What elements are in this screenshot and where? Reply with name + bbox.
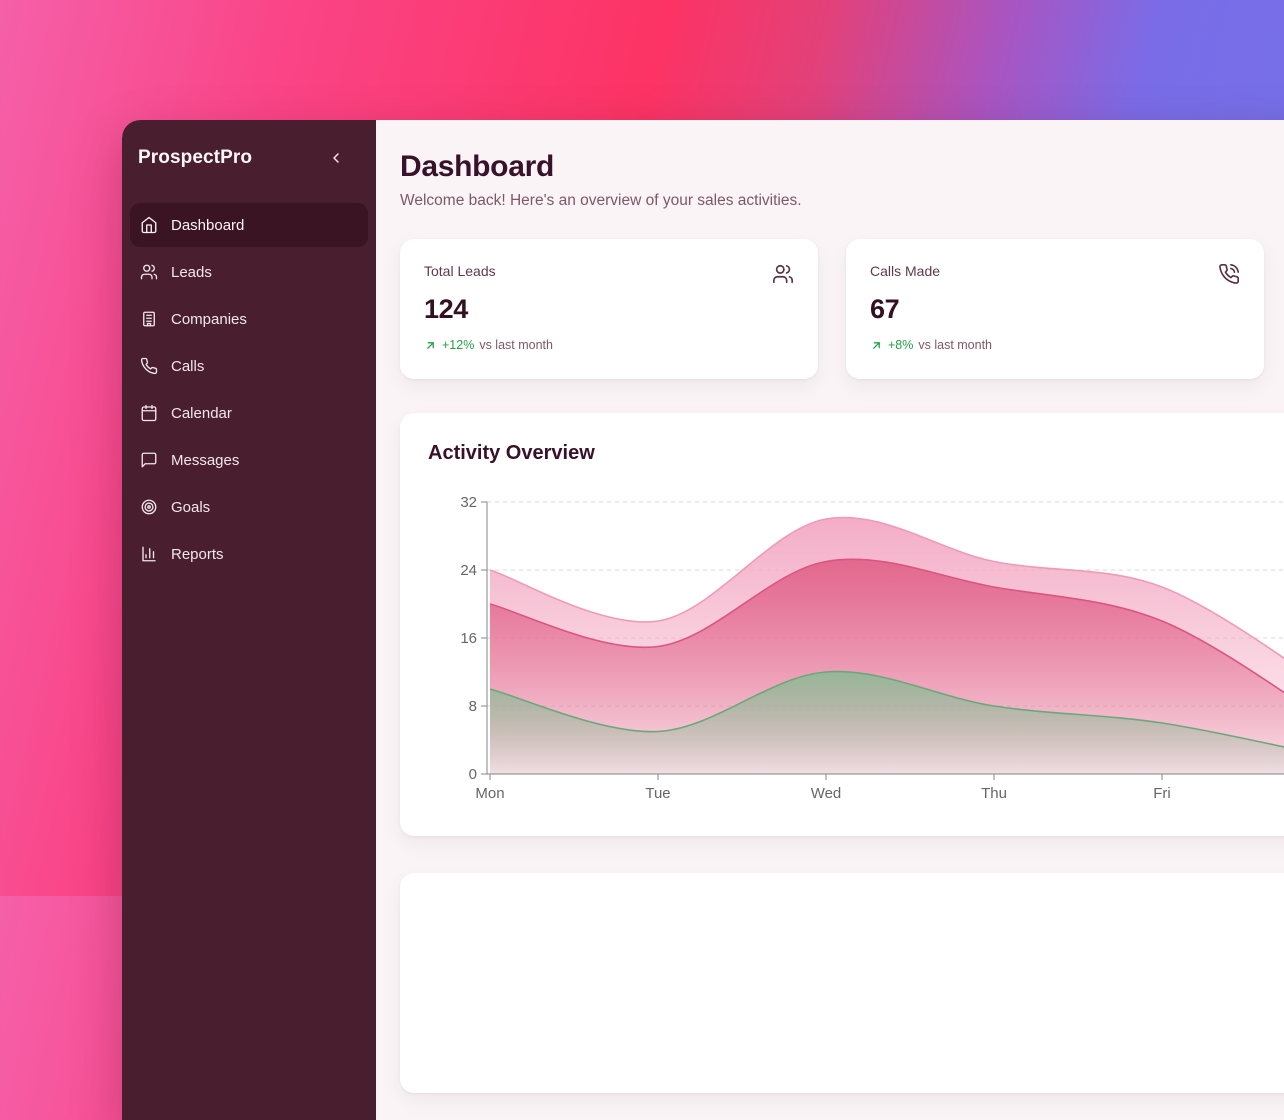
stat-change-note: vs last month [479, 338, 553, 352]
sidebar-item-label: Companies [171, 311, 247, 328]
y-tick-label-16: 16 [460, 630, 477, 647]
desktop-background: { "app_window": { "brand": "ProspectPro"… [0, 0, 1284, 896]
home-icon [140, 216, 158, 234]
page-subtitle: Welcome back! Here's an overview of your… [400, 192, 1284, 210]
arrow-up-right-icon [870, 339, 883, 352]
sidebar-item-companies[interactable]: Companies [130, 297, 368, 341]
stat-value: 67 [870, 294, 1240, 325]
stat-change-percent: +8% [888, 338, 913, 352]
building-icon [140, 310, 158, 328]
stat-value: 124 [424, 294, 794, 325]
stat-label: Total Leads [424, 263, 496, 279]
chevron-left-icon [328, 150, 344, 166]
arrow-up-right-icon [424, 339, 437, 352]
users-icon [772, 263, 794, 285]
bottom-section-card [400, 873, 1284, 1093]
bar-chart-icon [140, 545, 158, 563]
app-logo-text: ProspectPro [138, 147, 252, 169]
x-tick-label-Mon: Mon [475, 785, 504, 802]
stat-label: Calls Made [870, 263, 940, 279]
stat-change-note: vs last month [918, 338, 992, 352]
sidebar-item-label: Calls [171, 358, 204, 375]
page-title: Dashboard [400, 150, 1284, 184]
sidebar-item-reports[interactable]: Reports [130, 532, 368, 576]
stat-cards-row: Total Leads 124 +12% vs last month Calls [400, 239, 1284, 379]
stat-change-row: +8% vs last month [870, 338, 1240, 352]
sidebar-collapse-button[interactable] [326, 148, 346, 168]
x-tick-label-Tue: Tue [645, 785, 670, 802]
app-window: ProspectPro Dashboard Leads [122, 120, 1284, 1120]
sidebar: ProspectPro Dashboard Leads [122, 120, 376, 1120]
x-tick-label-Fri: Fri [1153, 785, 1171, 802]
activity-overview-card: Activity Overview 0 8 16 24 32 Mon Tue Wed Thu Fr… [400, 413, 1284, 836]
stat-change-percent: +12% [442, 338, 474, 352]
sidebar-item-label: Calendar [171, 405, 232, 422]
stat-card-head: Total Leads [424, 263, 794, 285]
y-tick-label-8: 8 [469, 698, 477, 715]
activity-overview-title: Activity Overview [428, 441, 1284, 465]
stat-card-head: Calls Made [870, 263, 1240, 285]
target-icon [140, 498, 158, 516]
sidebar-item-calls[interactable]: Calls [130, 344, 368, 388]
x-tick-label-Thu: Thu [981, 785, 1007, 802]
sidebar-item-label: Reports [171, 546, 224, 563]
activity-chart-svg: 08162432MonTueWedThuFriSat [428, 489, 1284, 811]
sidebar-item-label: Goals [171, 499, 210, 516]
x-tick-label-Wed: Wed [811, 785, 842, 802]
phone-call-icon [1218, 263, 1240, 285]
y-tick-label-0: 0 [469, 766, 477, 783]
stat-card-total-leads: Total Leads 124 +12% vs last month [400, 239, 818, 379]
stat-card-calls-made: Calls Made 67 +8% vs last month [846, 239, 1264, 379]
users-icon [140, 263, 158, 281]
calendar-icon [140, 404, 158, 422]
stat-change-row: +12% vs last month [424, 338, 794, 352]
sidebar-item-calendar[interactable]: Calendar [130, 391, 368, 435]
y-tick-label-24: 24 [460, 562, 477, 579]
sidebar-item-goals[interactable]: Goals [130, 485, 368, 529]
sidebar-item-leads[interactable]: Leads [130, 250, 368, 294]
sidebar-item-dashboard[interactable]: Dashboard [130, 203, 368, 247]
sidebar-item-label: Dashboard [171, 217, 244, 234]
sidebar-item-label: Leads [171, 264, 212, 281]
main-content: Dashboard Welcome back! Here's an overvi… [376, 120, 1284, 1120]
sidebar-brand-row: ProspectPro [122, 147, 376, 169]
sidebar-nav: Dashboard Leads Companies Calls [122, 203, 376, 576]
phone-icon [140, 357, 158, 375]
sidebar-item-messages[interactable]: Messages [130, 438, 368, 482]
message-square-icon [140, 451, 158, 469]
sidebar-item-label: Messages [171, 452, 239, 469]
y-tick-label-32: 32 [460, 494, 477, 511]
